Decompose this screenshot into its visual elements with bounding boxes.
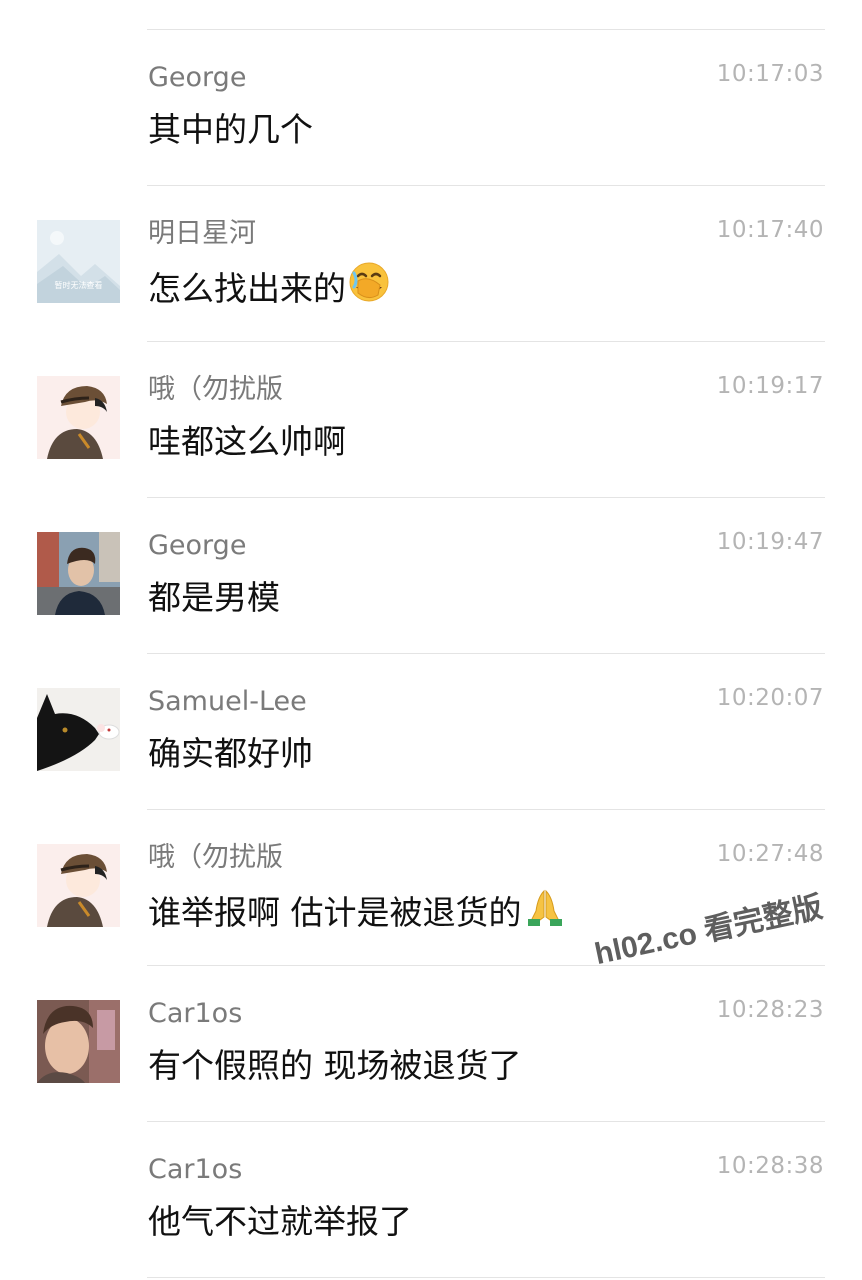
message-time: 10:17:03 xyxy=(716,61,824,87)
folded-hands-emoji xyxy=(524,885,566,938)
sender-name[interactable]: 明日星河 xyxy=(148,216,256,252)
message-item[interactable]: 哦（勿扰版 10:19:17 哇都这么帅啊 xyxy=(0,342,862,498)
message-time: 10:28:38 xyxy=(716,1153,824,1179)
sender-name[interactable]: Car1os xyxy=(148,1152,242,1188)
chat-message-list[interactable]: George 10:17:03 其中的几个 暂时无法查看 明日星河 10:17:… xyxy=(0,0,862,1280)
sender-name[interactable]: George xyxy=(148,528,246,564)
message-text[interactable]: 其中的几个 xyxy=(148,108,313,152)
divider xyxy=(147,1277,825,1278)
sender-name[interactable]: George xyxy=(148,60,246,96)
message-time: 10:27:48 xyxy=(716,841,824,867)
avatar[interactable] xyxy=(37,844,120,927)
avatar[interactable] xyxy=(37,376,120,459)
message-item[interactable]: Car1os 10:28:38 他气不过就举报了 xyxy=(0,1122,862,1278)
anime-boy-avatar-icon xyxy=(37,844,120,927)
message-time: 10:19:17 xyxy=(716,373,824,399)
message-text[interactable]: 他气不过就举报了 xyxy=(148,1200,412,1244)
avatar[interactable] xyxy=(37,532,120,615)
man-photo-avatar-icon xyxy=(37,1000,120,1083)
message-item[interactable]: George 10:17:03 其中的几个 xyxy=(0,30,862,186)
message-text[interactable]: 怎么找出来的 xyxy=(148,261,390,317)
message-text[interactable]: 确实都好帅 xyxy=(148,732,313,776)
avatar[interactable] xyxy=(37,688,120,771)
sender-name[interactable]: 哦（勿扰版 xyxy=(148,840,283,876)
message-time: 10:28:23 xyxy=(716,997,824,1023)
message-item[interactable]: George 10:19:47 都是男模 xyxy=(0,498,862,654)
avatar[interactable] xyxy=(37,1000,120,1083)
black-cat-avatar-icon xyxy=(37,688,120,771)
person-photo-avatar-icon xyxy=(37,532,120,615)
sender-name[interactable]: 哦（勿扰版 xyxy=(148,372,283,408)
message-text[interactable]: 有个假照的 现场被退货了 xyxy=(148,1044,522,1088)
message-text[interactable]: 都是男模 xyxy=(148,576,280,620)
message-item[interactable]: 暂时无法查看 明日星河 10:17:40 怎么找出来的 xyxy=(0,186,862,342)
message-text-content: 谁举报啊 估计是被退货的 xyxy=(148,893,522,932)
sender-name[interactable]: Car1os xyxy=(148,996,242,1032)
message-text[interactable]: 谁举报啊 估计是被退货的 xyxy=(148,888,566,941)
message-time: 10:20:07 xyxy=(716,685,824,711)
anime-boy-avatar-icon xyxy=(37,376,120,459)
message-time: 10:17:40 xyxy=(716,217,824,243)
sender-name[interactable]: Samuel-Lee xyxy=(148,684,307,720)
message-time: 10:19:47 xyxy=(716,529,824,555)
avatar-caption: 暂时无法查看 xyxy=(54,281,103,290)
message-item[interactable]: Samuel-Lee 10:20:07 确实都好帅 xyxy=(0,654,862,810)
avatar[interactable]: 暂时无法查看 xyxy=(37,220,120,303)
face-with-hand-over-mouth-emoji xyxy=(348,261,390,314)
message-text-content: 怎么找出来的 xyxy=(148,269,346,308)
message-item[interactable]: Car1os 10:28:23 有个假照的 现场被退货了 xyxy=(0,966,862,1122)
message-text[interactable]: 哇都这么帅啊 xyxy=(148,420,346,464)
